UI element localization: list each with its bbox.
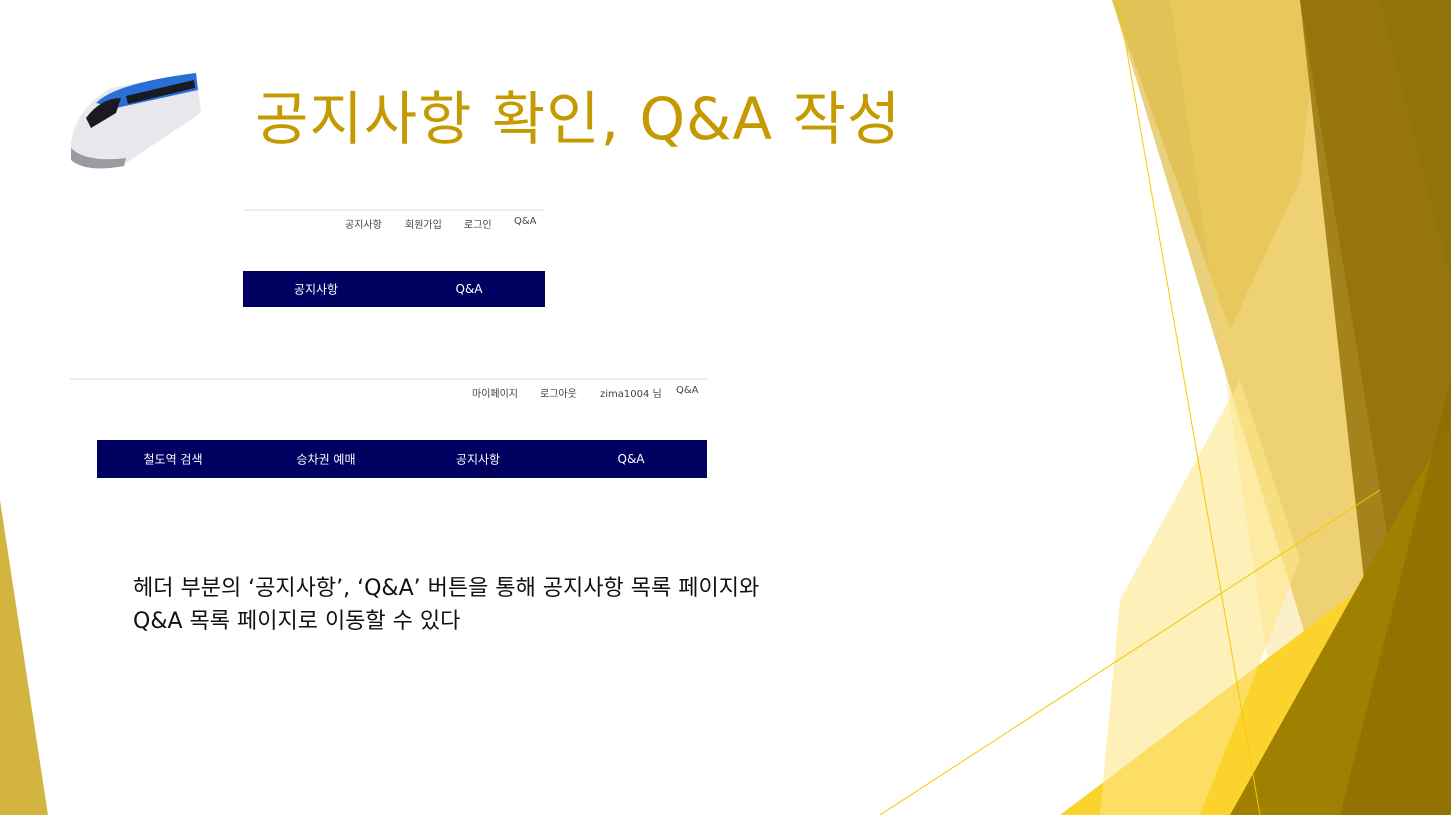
top-link-login[interactable]: 로그인	[464, 216, 492, 231]
top-link-notice[interactable]: 공지사항	[345, 216, 382, 231]
top-divider	[243, 209, 545, 211]
slide-description: 헤더 부분의 ‘공지사항’, ‘Q&A’ 버튼을 통해 공지사항 목록 페이지와…	[133, 572, 759, 638]
top-link-signup[interactable]: 회원가입	[405, 216, 442, 231]
nav-notice[interactable]: 공지사항	[456, 451, 500, 468]
description-line-2: Q&A 목록 페이지로 이동할 수 있다	[133, 609, 461, 634]
nav-notice[interactable]: 공지사항	[294, 281, 338, 298]
top-link-mypage[interactable]: 마이페이지	[472, 385, 518, 400]
hand-cursor-icon: ☝	[480, 462, 490, 481]
description-line-1: 헤더 부분의 ‘공지사항’, ‘Q&A’ 버튼을 통해 공지사항 목록 페이지와	[133, 576, 760, 601]
user-name: zima1004 님	[600, 389, 662, 400]
top-link-logout[interactable]: 로그아웃	[540, 385, 577, 400]
top-link-qna[interactable]: Q&A	[514, 216, 537, 227]
guest-header-screenshot: 공지사항 회원가입 로그인 Q&A 공지사항 Q&A	[243, 205, 545, 307]
member-header-screenshot: 마이페이지 로그아웃 zima1004 님 Q&A 철도역 검색 승차권 예매 …	[70, 375, 707, 479]
nav-qna[interactable]: Q&A	[455, 282, 482, 296]
ktx-train-logo	[71, 73, 201, 169]
nav-station-search[interactable]: 철도역 검색	[143, 451, 202, 468]
top-divider	[70, 378, 707, 380]
main-nav: 공지사항 Q&A	[243, 271, 545, 307]
nav-qna[interactable]: Q&A	[617, 452, 644, 466]
main-nav: 철도역 검색 승차권 예매 공지사항 Q&A	[97, 440, 707, 478]
nav-ticket-booking[interactable]: 승차권 예매	[296, 451, 355, 468]
top-link-qna[interactable]: Q&A	[676, 385, 699, 396]
slide-title: 공지사항 확인, Q&A 작성	[255, 85, 902, 153]
